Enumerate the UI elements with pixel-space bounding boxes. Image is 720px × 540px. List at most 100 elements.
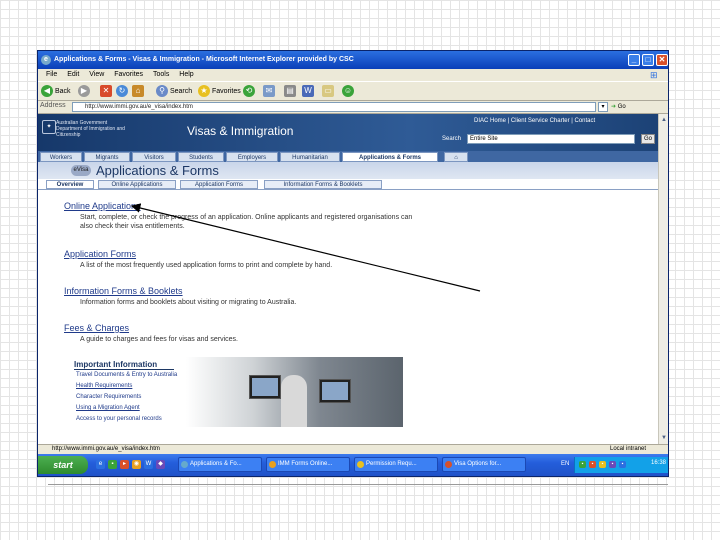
link-application-forms[interactable]: Application Forms: [64, 249, 136, 259]
desc-application-forms: A list of the most frequently used appli…: [80, 262, 333, 269]
desc-fees-charges: A guide to charges and fees for visas an…: [80, 336, 238, 343]
toolbar: ◀ Back ▶ ✕ ↻ ⌂ ⚲ Search ★ Favorites ⟲ ✉ …: [38, 81, 668, 101]
refresh-button[interactable]: ↻: [116, 85, 128, 98]
subtab-application-forms[interactable]: Application Forms: [180, 180, 258, 189]
minimize-button[interactable]: _: [628, 54, 640, 66]
link-travel-documents[interactable]: Travel Documents & Entry to Australia: [76, 372, 177, 378]
tab-employers[interactable]: Employers: [226, 152, 278, 162]
outlook-quicklaunch-icon[interactable]: ◉: [132, 460, 141, 469]
stop-button[interactable]: ✕: [100, 85, 112, 98]
link-fees-charges[interactable]: Fees & Charges: [64, 323, 129, 333]
slide-divider: [48, 484, 668, 485]
favorites-button[interactable]: ★ Favorites: [198, 85, 241, 98]
history-button[interactable]: ⟲: [243, 85, 255, 98]
title-bar[interactable]: e Applications & Forms - Visas & Immigra…: [38, 51, 668, 69]
link-character-requirements[interactable]: Character Requirements: [76, 394, 141, 400]
subtab-online-applications[interactable]: Online Applications: [98, 180, 176, 189]
status-bar: http://www.immi.gov.au/e_visa/index.htm …: [38, 444, 668, 454]
link-online-applications[interactable]: Online Applications: [64, 201, 141, 211]
address-input[interactable]: http://www.immi.gov.au/e_visa/index.htm: [72, 102, 596, 112]
search-button[interactable]: ⚲ Search: [156, 85, 192, 98]
discuss-button[interactable]: ▭: [322, 85, 334, 98]
start-button[interactable]: start: [38, 456, 88, 474]
top-links[interactable]: DIAC Home | Client Service Charter | Con…: [474, 118, 595, 124]
ie-quicklaunch-icon[interactable]: e: [96, 460, 105, 469]
task-label: Permission Requ...: [366, 461, 417, 467]
messenger-button[interactable]: ☺: [342, 85, 354, 98]
tab-applications-forms[interactable]: Applications & Forms: [342, 152, 438, 162]
photo-person: [281, 375, 307, 427]
site-search-go-button[interactable]: Go: [641, 134, 655, 144]
scroll-up-icon[interactable]: ▲: [660, 116, 668, 124]
ie-icon: e: [41, 55, 51, 65]
tray-icon[interactable]: ▪: [599, 461, 606, 468]
task-label: Visa Options for...: [454, 461, 502, 467]
desktop-quicklaunch-icon[interactable]: ▪: [108, 460, 117, 469]
section-header: eVisa Applications & Forms: [38, 162, 658, 179]
subtab-overview[interactable]: Overview: [46, 180, 94, 189]
task-visa-options[interactable]: Visa Options for...: [442, 457, 526, 472]
vertical-scrollbar[interactable]: ▲ ▼: [658, 114, 668, 444]
back-label: Back: [54, 88, 71, 95]
edit-button[interactable]: W: [302, 85, 314, 98]
task-label: IMM Forms Online...: [278, 461, 333, 467]
go-label: Go: [617, 104, 626, 110]
menu-tools[interactable]: Tools: [153, 69, 169, 81]
subtab-information-forms[interactable]: Information Forms & Booklets: [264, 180, 382, 189]
tab-home-icon[interactable]: ⌂: [444, 152, 468, 162]
menu-view[interactable]: View: [89, 69, 104, 81]
tab-workers[interactable]: Workers: [40, 152, 82, 162]
tab-migrants[interactable]: Migrants: [84, 152, 130, 162]
tray-icon[interactable]: ▪: [609, 461, 616, 468]
site-search-select[interactable]: Entire Site: [467, 134, 635, 144]
word-icon: W: [302, 85, 314, 98]
go-button[interactable]: ➜ Go: [611, 102, 626, 112]
home-button[interactable]: ⌂: [132, 85, 144, 98]
close-button[interactable]: ✕: [656, 54, 668, 66]
media-quicklaunch-icon[interactable]: ▸: [120, 460, 129, 469]
language-indicator[interactable]: EN: [561, 461, 569, 467]
link-health-requirements[interactable]: Health Requirements: [76, 383, 132, 389]
tray-icon[interactable]: ▪: [619, 461, 626, 468]
word-quicklaunch-icon[interactable]: W: [144, 460, 153, 469]
print-button[interactable]: ▤: [284, 85, 296, 98]
task-applications-forms[interactable]: Applications & Fo...: [178, 457, 262, 472]
home-icon: ⌂: [132, 85, 144, 98]
menu-file[interactable]: File: [46, 69, 57, 81]
link-migration-agent[interactable]: Using a Migration Agent: [76, 405, 140, 411]
mail-button[interactable]: ✉: [263, 85, 275, 98]
address-dropdown-icon[interactable]: ▾: [598, 102, 608, 112]
tab-humanitarian[interactable]: Humanitarian: [280, 152, 340, 162]
main-nav: Workers Migrants Visitors Students Emplo…: [38, 151, 658, 162]
scroll-down-icon[interactable]: ▼: [660, 434, 668, 442]
ppt-task-icon: [445, 461, 452, 468]
link-personal-records[interactable]: Access to your personal records: [76, 416, 162, 422]
address-label: Address: [40, 102, 66, 109]
app-quicklaunch-icon[interactable]: ◆: [156, 460, 165, 469]
tab-students[interactable]: Students: [178, 152, 224, 162]
task-permission[interactable]: Permission Requ...: [354, 457, 438, 472]
menu-edit[interactable]: Edit: [67, 69, 79, 81]
search-icon: ⚲: [156, 85, 168, 98]
site-title: Visas & Immigration: [187, 124, 294, 138]
ie-task-icon: [181, 461, 188, 468]
print-icon: ▤: [284, 85, 296, 98]
menu-help[interactable]: Help: [179, 69, 193, 81]
taskbar: start e ▪ ▸ ◉ W ◆ Applications & Fo... I…: [38, 454, 668, 476]
task-icon: [269, 461, 276, 468]
tab-visitors[interactable]: Visitors: [132, 152, 176, 162]
tray-icon[interactable]: ▪: [589, 461, 596, 468]
department-name[interactable]: Australian Government Department of Immi…: [56, 120, 126, 138]
menu-favorites[interactable]: Favorites: [114, 69, 143, 81]
task-imm-forms[interactable]: IMM Forms Online...: [266, 457, 350, 472]
clock: 16:38: [650, 460, 666, 466]
link-information-forms[interactable]: Information Forms & Booklets: [64, 286, 183, 296]
tray-icon[interactable]: ▪: [579, 461, 586, 468]
important-info-title: Important Information: [74, 360, 174, 370]
maximize-button[interactable]: □: [642, 54, 654, 66]
back-button[interactable]: ◀ Back: [41, 85, 71, 98]
site-header: ✦ Australian Government Department of Im…: [38, 114, 658, 151]
forward-button[interactable]: ▶: [78, 85, 90, 98]
system-tray: ▪ ▪ ▪ ▪ ▪ 16:38: [574, 457, 668, 473]
history-icon: ⟲: [243, 85, 255, 98]
